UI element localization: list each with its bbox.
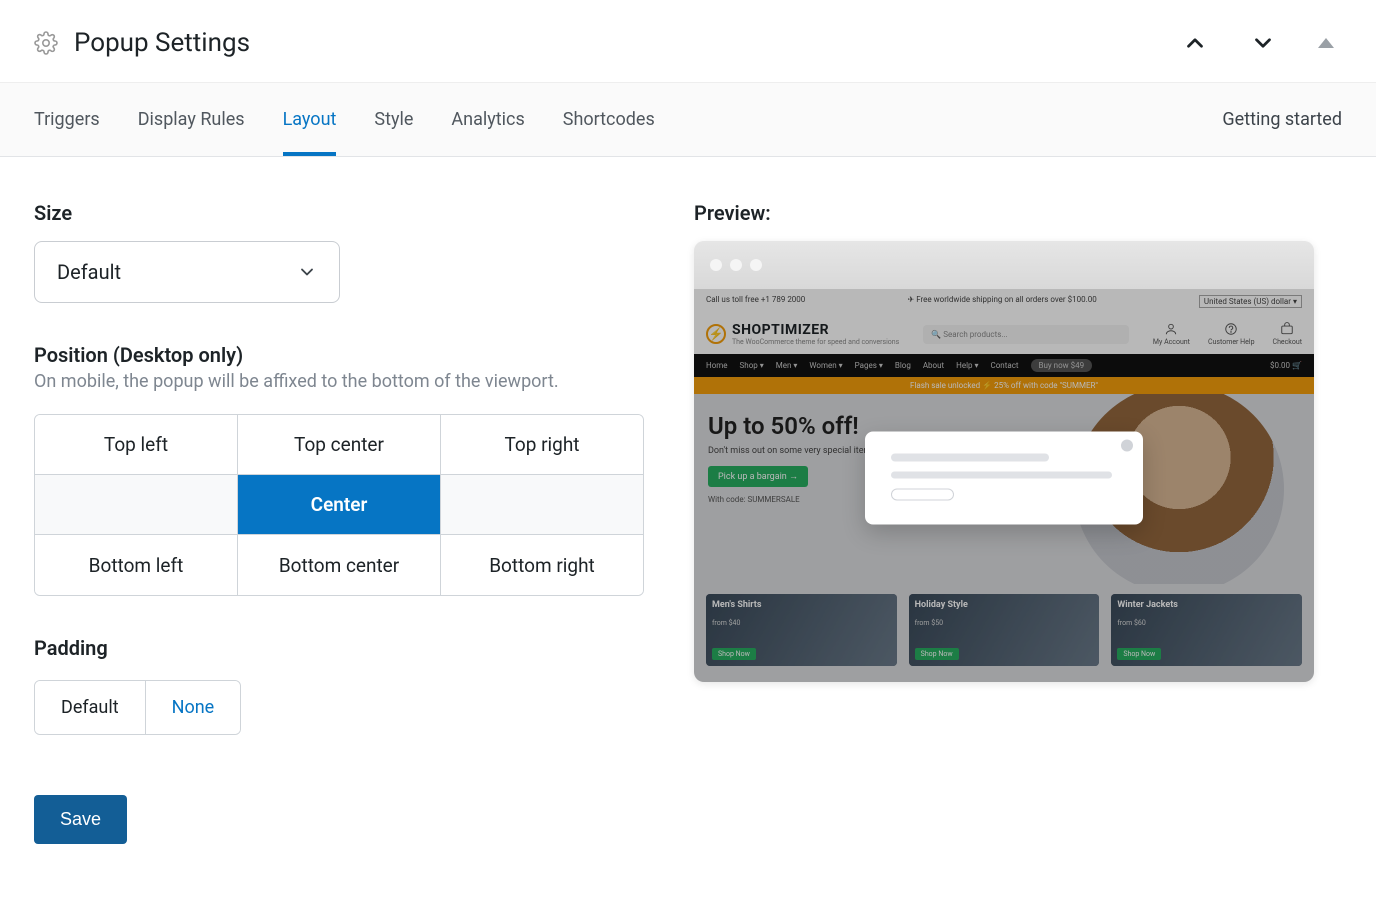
preview-site: Call us toll free +1 789 2000 ✈ Free wor…: [694, 289, 1314, 682]
brand-name: SHOPTIMIZER: [732, 322, 899, 338]
tab-analytics[interactable]: Analytics: [451, 83, 524, 156]
search-input: 🔍 Search products...: [923, 325, 1129, 344]
brand-tagline: The WooCommerce theme for speed and conv…: [732, 338, 899, 346]
padding-segment: DefaultNone: [34, 680, 241, 735]
hero-cta: Pick up a bargain →: [708, 466, 808, 487]
position-bottom-center[interactable]: Bottom center: [238, 535, 441, 595]
header-controls: [1182, 30, 1342, 56]
header: Popup Settings: [0, 0, 1376, 83]
collapse-toggle-icon[interactable]: [1318, 38, 1334, 48]
position-empty: [35, 475, 238, 535]
tab-style[interactable]: Style: [374, 83, 413, 156]
browser-bar: [694, 241, 1314, 289]
page-title: Popup Settings: [74, 28, 250, 58]
promo-bar: Flash sale unlocked ⚡ 25% off with code …: [694, 377, 1314, 394]
gear-icon: [34, 31, 58, 55]
position-grid: Top leftTop centerTop rightCenterBottom …: [34, 414, 644, 596]
window-dot: [710, 259, 722, 271]
position-center[interactable]: Center: [238, 475, 441, 535]
tab-triggers[interactable]: Triggers: [34, 83, 100, 156]
tab-layout[interactable]: Layout: [283, 83, 337, 156]
size-label: Size: [34, 201, 654, 225]
tabs: Triggers Display Rules Layout Style Analytic…: [0, 83, 1376, 157]
chevron-down-icon: [297, 262, 317, 282]
padding-option-default[interactable]: Default: [35, 681, 146, 734]
logo-icon: ⚡: [706, 324, 726, 344]
save-button[interactable]: Save: [34, 795, 127, 844]
tab-getting-started[interactable]: Getting started: [1222, 83, 1342, 156]
window-dot: [750, 259, 762, 271]
position-label: Position (Desktop only): [34, 343, 654, 367]
close-icon: [1121, 439, 1133, 451]
preview-label: Preview:: [694, 201, 1342, 225]
position-top-right[interactable]: Top right: [441, 415, 643, 475]
position-bottom-left[interactable]: Bottom left: [35, 535, 238, 595]
padding-option-none[interactable]: None: [146, 681, 241, 734]
content: Size Default Position (Desktop only) On …: [0, 157, 1376, 878]
tab-shortcodes[interactable]: Shortcodes: [563, 83, 655, 156]
topbar-ship: ✈ Free worldwide shipping on all orders …: [908, 295, 1097, 308]
topbar-currency: United States (US) dollar ▾: [1199, 295, 1302, 308]
position-top-left[interactable]: Top left: [35, 415, 238, 475]
tab-display-rules[interactable]: Display Rules: [138, 83, 245, 156]
header-left: Popup Settings: [34, 28, 250, 58]
position-help: On mobile, the popup will be affixed to …: [34, 371, 654, 392]
topbar-phone: Call us toll free +1 789 2000: [706, 295, 805, 308]
preview-window: Call us toll free +1 789 2000 ✈ Free wor…: [694, 241, 1314, 682]
position-empty: [441, 475, 643, 535]
position-top-center[interactable]: Top center: [238, 415, 441, 475]
size-value: Default: [57, 260, 121, 284]
size-select[interactable]: Default: [34, 241, 340, 303]
chevron-up-icon[interactable]: [1182, 30, 1208, 56]
padding-label: Padding: [34, 636, 654, 660]
chevron-down-icon[interactable]: [1250, 30, 1276, 56]
window-dot: [730, 259, 742, 271]
position-bottom-right[interactable]: Bottom right: [441, 535, 643, 595]
popup-preview: [865, 431, 1143, 524]
